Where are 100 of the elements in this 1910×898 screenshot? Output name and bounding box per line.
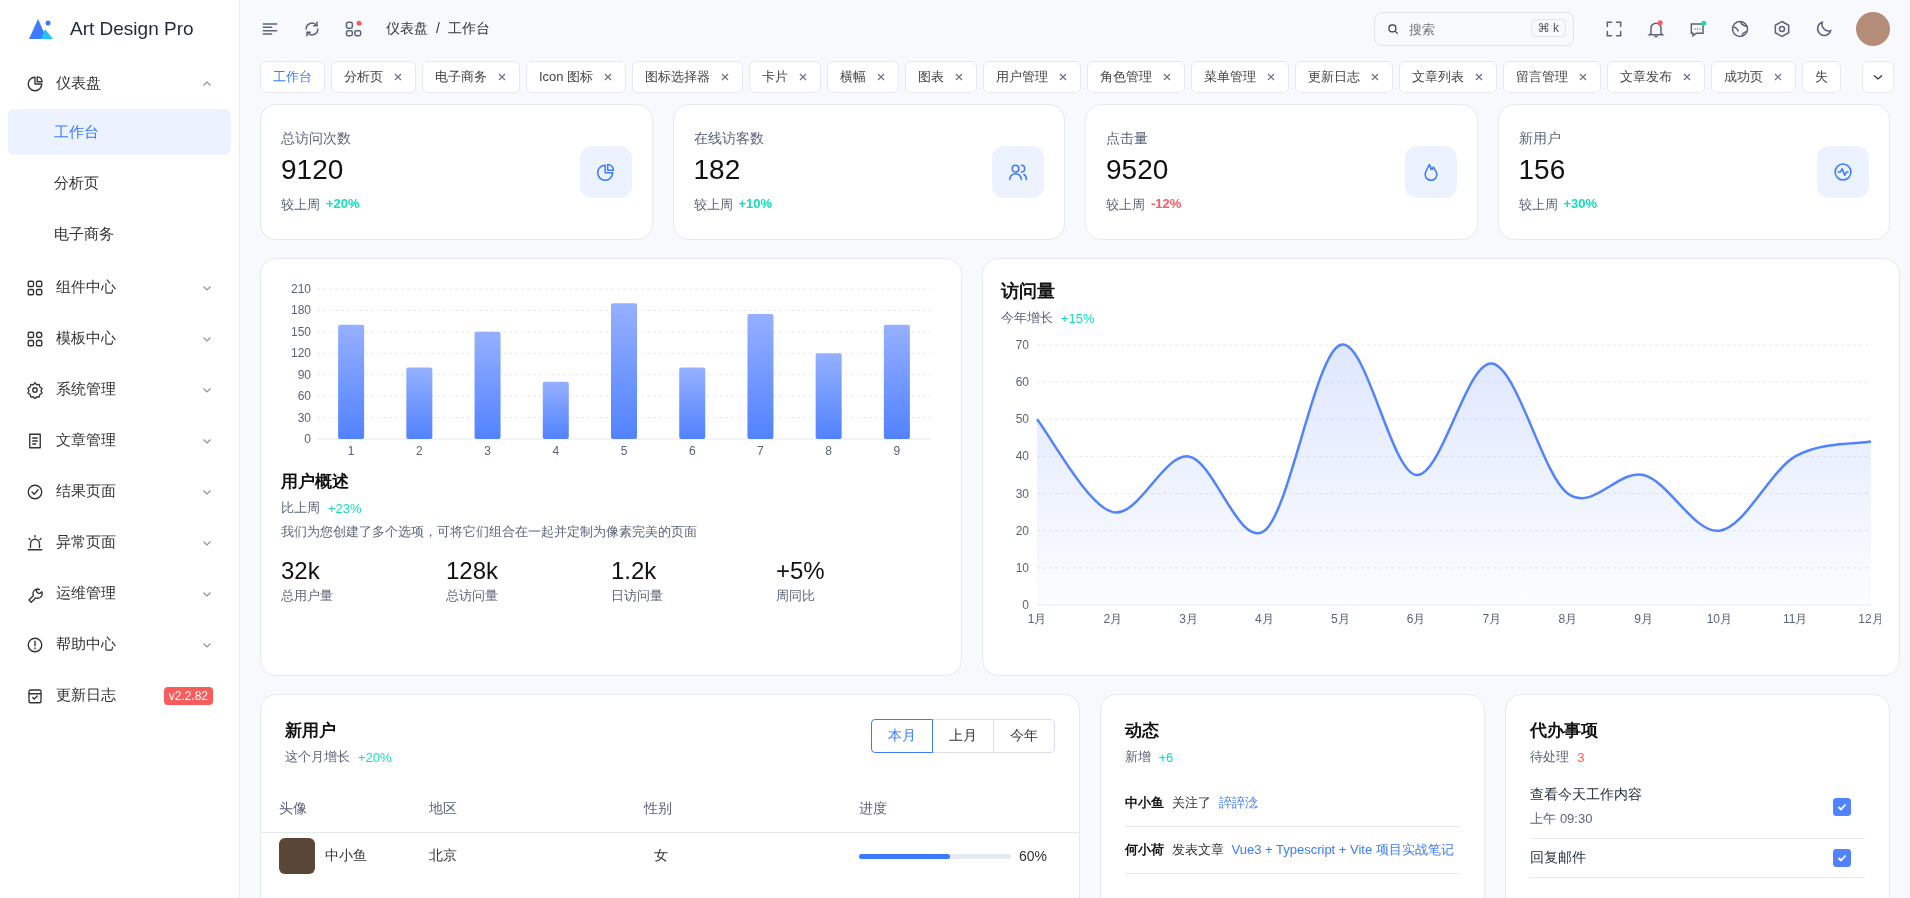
close-icon[interactable]: [1162, 72, 1173, 82]
close-icon[interactable]: [1370, 72, 1381, 82]
activity-link[interactable]: Vue3 + Typescript + Vite 项目实战笔记: [1231, 841, 1454, 859]
tab[interactable]: 分析页: [331, 61, 416, 93]
tab[interactable]: 工作台: [260, 61, 325, 93]
sidebar-subitem[interactable]: 工作台: [8, 109, 231, 155]
close-icon[interactable]: [720, 72, 731, 82]
checkbox[interactable]: [1833, 849, 1851, 867]
sidebar-item[interactable]: 运维管理: [8, 568, 231, 619]
sidebar-item[interactable]: 帮助中心: [8, 619, 231, 670]
sidebar-item[interactable]: 模板中心: [8, 313, 231, 364]
pie-chart-icon: [26, 74, 44, 93]
close-icon[interactable]: [1578, 72, 1589, 82]
checkbox[interactable]: [1833, 798, 1851, 816]
grid-icon: [26, 278, 44, 297]
bell-icon[interactable]: [1646, 19, 1666, 39]
calendar-icon: [26, 686, 44, 705]
tab[interactable]: 图表: [905, 61, 978, 93]
stat-title: 总访问次数: [281, 130, 352, 148]
sidebar-item[interactable]: 更新日志 v2.2.82: [8, 670, 231, 721]
close-icon[interactable]: [798, 72, 809, 82]
close-icon[interactable]: [876, 72, 887, 82]
sidebar-item[interactable]: 仪表盘: [8, 58, 231, 109]
period-button[interactable]: 上月: [931, 719, 994, 753]
tab[interactable]: 图标选择器: [632, 61, 744, 93]
avatar[interactable]: [1856, 12, 1890, 46]
change-value: -12%: [1151, 196, 1182, 213]
tab[interactable]: 用户管理: [983, 61, 1082, 93]
close-icon[interactable]: [954, 72, 965, 82]
brand-name: Art Design Pro: [70, 18, 194, 40]
tab[interactable]: 留言管理: [1503, 61, 1602, 93]
alarm-icon: [26, 533, 44, 552]
activity-link[interactable]: 誶誶淰: [1218, 794, 1258, 812]
close-icon[interactable]: [603, 72, 614, 82]
sidebar-item[interactable]: 系统管理: [8, 364, 231, 415]
bar: [542, 381, 569, 439]
globe-icon[interactable]: [1730, 19, 1750, 39]
sidebar-item[interactable]: 文章管理: [8, 415, 231, 466]
axis-label: 1: [347, 444, 355, 458]
tab[interactable]: 成功页: [1711, 61, 1797, 93]
tab[interactable]: Icon 图标: [526, 61, 627, 93]
close-icon[interactable]: [1682, 72, 1693, 82]
tab[interactable]: 失: [1802, 61, 1842, 93]
progress-value: 60%: [1019, 848, 1048, 864]
close-icon[interactable]: [497, 72, 507, 82]
tab[interactable]: 文章发布: [1607, 61, 1706, 93]
subtitle: 今年增长: [1001, 309, 1053, 327]
change-value: +20%: [358, 749, 392, 765]
change-value: +6: [1158, 749, 1174, 765]
check-icon: [1836, 801, 1848, 813]
period-button[interactable]: 今年: [992, 719, 1055, 753]
tab[interactable]: 更新日志: [1295, 61, 1394, 93]
stat-title: 新用户: [1518, 130, 1562, 148]
period-button[interactable]: 本月: [870, 719, 933, 753]
sidebar-item[interactable]: 组件中心: [8, 262, 231, 313]
tab[interactable]: 横幅: [827, 61, 900, 93]
moon-icon[interactable]: [1814, 19, 1834, 39]
search-icon: [1386, 22, 1400, 36]
todo-text: 查看今天工作内容: [1530, 786, 1643, 804]
fullscreen-icon[interactable]: [1604, 19, 1624, 39]
close-icon[interactable]: [1266, 72, 1277, 82]
tab[interactable]: 角色管理: [1087, 61, 1186, 93]
tab[interactable]: 菜单管理: [1191, 61, 1290, 93]
logo-icon: [28, 17, 56, 41]
axis-label: 11月: [1782, 612, 1808, 626]
compare-label: 比上周: [281, 499, 320, 517]
breadcrumb-item[interactable]: 工作台: [447, 20, 490, 38]
apps-icon[interactable]: [344, 19, 364, 39]
breadcrumb-item[interactable]: 仪表盘: [386, 20, 428, 38]
close-icon[interactable]: [1474, 72, 1485, 82]
sidebar-subitem[interactable]: 分析页: [8, 160, 231, 206]
user-name: 何小荷: [1124, 841, 1164, 859]
todo-text: 回复邮件: [1530, 849, 1587, 867]
axis-label: 10: [1015, 560, 1029, 575]
axis-label: 210: [290, 282, 311, 296]
settings-icon[interactable]: [1772, 19, 1792, 39]
sidebar-subitem[interactable]: 电子商务: [8, 211, 231, 257]
tab[interactable]: 电子商务: [422, 61, 520, 93]
todo-time: 上午 09:30: [1530, 810, 1594, 828]
tab[interactable]: 卡片: [749, 61, 822, 93]
chat-icon[interactable]: [1688, 19, 1708, 39]
subtitle: 这个月增长: [285, 748, 350, 766]
axis-label: 7月: [1482, 612, 1502, 626]
close-icon[interactable]: [1773, 72, 1784, 82]
activity-action: 发表文章: [1171, 841, 1224, 859]
close-icon[interactable]: [1058, 72, 1069, 82]
refresh-icon[interactable]: [302, 19, 322, 39]
axis-label: 0: [304, 432, 311, 446]
photo-placeholder: [279, 838, 315, 874]
compare-label: 较上周: [1106, 196, 1145, 214]
sidebar-item[interactable]: 异常页面: [8, 517, 231, 568]
axis-label: 50: [1015, 412, 1029, 427]
sidebar-item[interactable]: 结果页面: [8, 466, 231, 517]
description: 我们为您创建了多个选项，可将它们组合在一起并定制为像素完美的页面: [281, 523, 698, 541]
axis-label: 2: [416, 444, 423, 458]
column-header: 头像: [279, 800, 308, 818]
pie-chart-icon: [595, 162, 616, 182]
close-icon[interactable]: [393, 72, 403, 82]
tab[interactable]: 文章列表: [1399, 61, 1498, 93]
change-value: +30%: [1563, 196, 1598, 213]
